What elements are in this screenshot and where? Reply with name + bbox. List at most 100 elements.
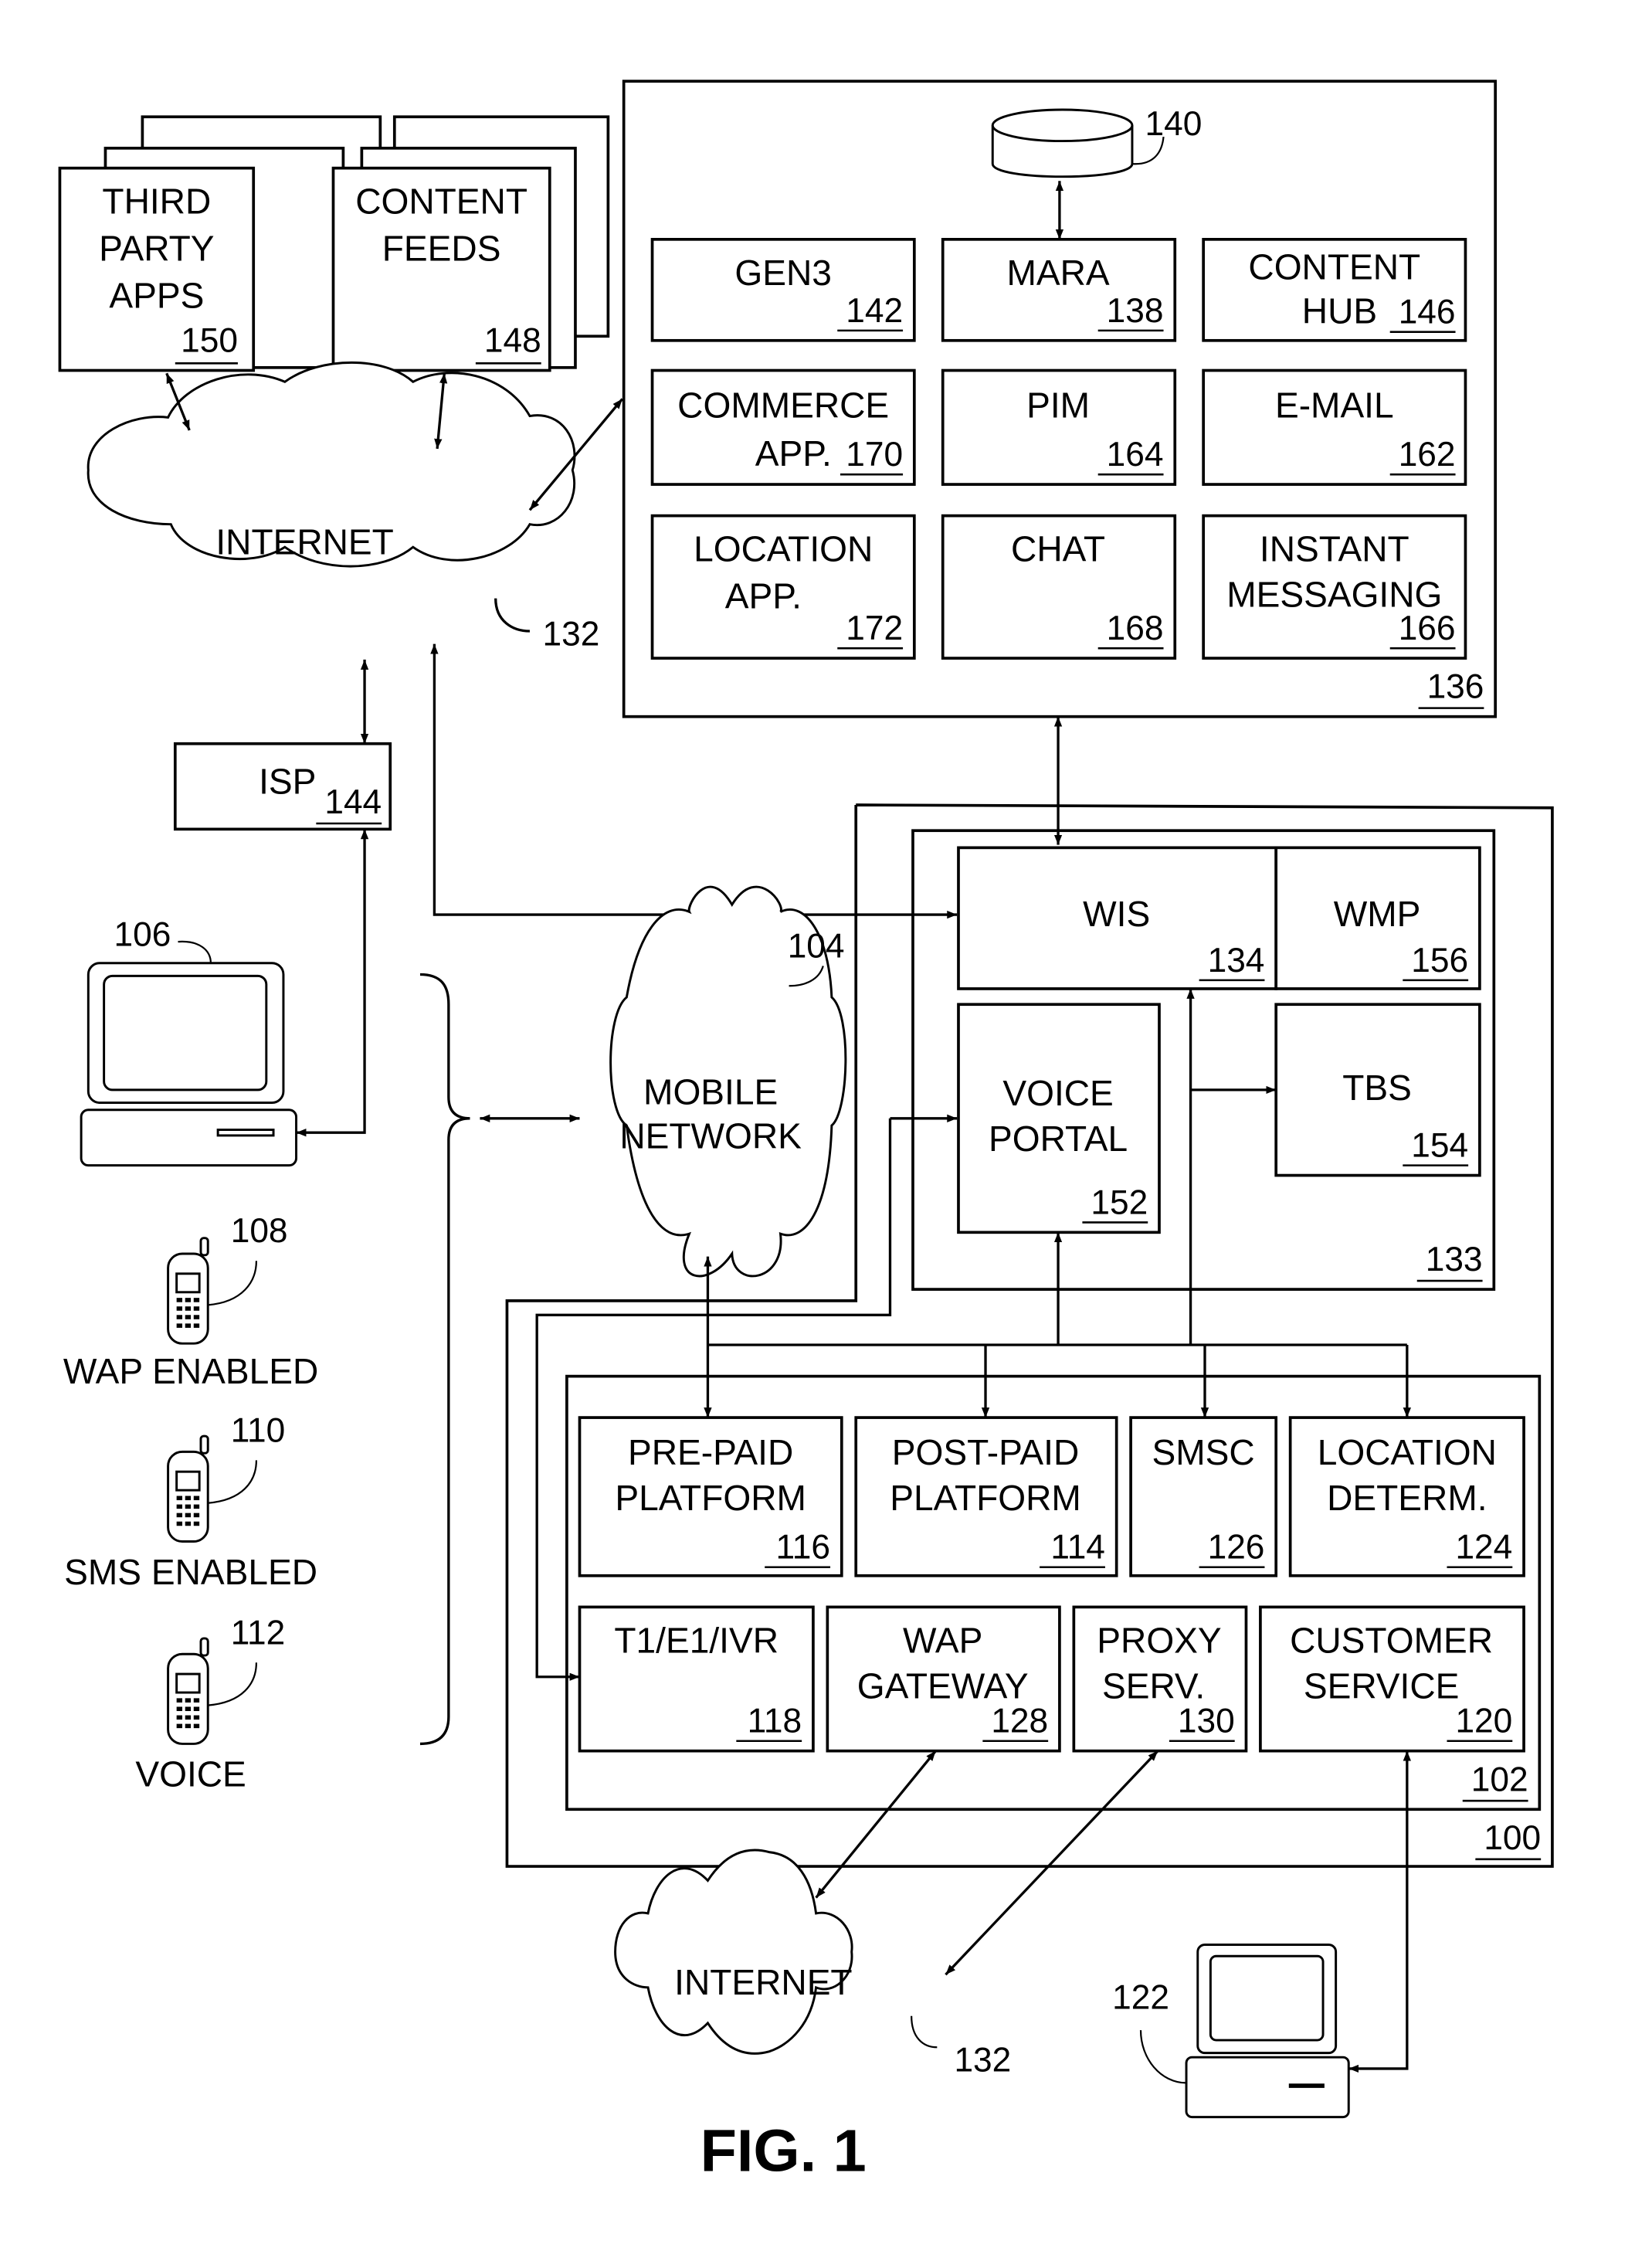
- smsc-label: SMSC: [1152, 1432, 1255, 1472]
- voice-portal-line-1: VOICE: [1002, 1073, 1113, 1113]
- ref-112: 112: [231, 1614, 286, 1652]
- email-block: E-MAIL 162: [1202, 368, 1467, 486]
- wis-label: WIS: [1083, 894, 1150, 934]
- ref-114: 114: [1050, 1529, 1105, 1567]
- mara-label: MARA: [1006, 253, 1109, 293]
- ref-136: 136: [1427, 668, 1484, 706]
- voice-portal-line-2: PORTAL: [989, 1119, 1128, 1159]
- email-label: E-MAIL: [1275, 385, 1394, 425]
- commerce-app-line-2: APP.: [755, 433, 832, 474]
- figure-caption: FIG. 1: [700, 2118, 867, 2185]
- proxy-serv-line-1: PROXY: [1097, 1620, 1221, 1660]
- ref-172: 172: [846, 609, 903, 647]
- im-line-1: INSTANT: [1260, 529, 1409, 569]
- content-hub-line-1: CONTENT: [1248, 246, 1420, 287]
- wap-gateway-line-1: WAP: [903, 1620, 982, 1660]
- location-app-line-1: LOCATION: [694, 529, 873, 569]
- instant-messaging-block: INSTANT MESSAGING 166: [1202, 514, 1467, 660]
- prepaid-block: PRE-PAID PLATFORM 116: [578, 1416, 843, 1577]
- ref-130: 130: [1178, 1703, 1235, 1740]
- ref-133: 133: [1426, 1241, 1483, 1278]
- ref-150: 150: [181, 322, 238, 360]
- third-party-apps-line-3: APPS: [109, 275, 204, 315]
- mara-block: MARA 138: [941, 237, 1177, 342]
- proxy-serv-block: PROXY SERV. 130: [1072, 1605, 1248, 1753]
- location-determ-line-2: DETERM.: [1327, 1478, 1487, 1518]
- ref-168: 168: [1107, 609, 1164, 647]
- chat-block: CHAT 168: [941, 514, 1177, 660]
- ref-162: 162: [1399, 436, 1456, 474]
- ref-132-bottom: 132: [954, 2042, 1011, 2080]
- pim-label: PIM: [1026, 385, 1090, 425]
- wmp-label: WMP: [1334, 894, 1421, 934]
- mobile-network-line-1: MOBILE: [643, 1071, 778, 1112]
- content-hub-line-2: HUB: [1302, 291, 1377, 331]
- ref-120: 120: [1455, 1703, 1512, 1740]
- location-app-line-2: APP.: [725, 576, 802, 616]
- wap-gateway-block: WAP GATEWAY 128: [826, 1605, 1061, 1753]
- location-determ-block: LOCATION DETERM. 124: [1288, 1416, 1525, 1577]
- tbs-label: TBS: [1342, 1068, 1412, 1108]
- ref-170: 170: [846, 436, 903, 474]
- figure-1: .b { fill:#fff; stroke:#000; stroke-widt…: [0, 0, 1652, 2251]
- wis-block: WIS 134: [957, 846, 1278, 990]
- smsc-block: SMSC 126: [1129, 1416, 1278, 1577]
- ref-140: 140: [1145, 105, 1203, 143]
- ref-164: 164: [1107, 436, 1164, 474]
- ref-108: 108: [231, 1212, 288, 1250]
- wap-gateway-line-2: GATEWAY: [857, 1665, 1029, 1706]
- ref-124: 124: [1455, 1529, 1512, 1567]
- isp-label: ISP: [259, 761, 316, 801]
- tbs-block: TBS 154: [1274, 1003, 1481, 1177]
- ref-156: 156: [1411, 942, 1468, 980]
- ref-118: 118: [748, 1703, 802, 1740]
- postpaid-block: POST-PAID PLATFORM 114: [854, 1416, 1118, 1577]
- voice-label: VOICE: [135, 1754, 246, 1794]
- ref-110: 110: [231, 1411, 286, 1449]
- ref-144: 144: [324, 783, 382, 821]
- pim-block: PIM 164: [941, 368, 1177, 486]
- internet-bottom-label: INTERNET: [674, 1962, 852, 2002]
- location-determ-line-1: LOCATION: [1318, 1432, 1497, 1472]
- content-hub-block: CONTENT HUB 146: [1202, 237, 1467, 342]
- third-party-apps-line-1: THIRD: [102, 182, 211, 222]
- wap-enabled-label: WAP ENABLED: [63, 1351, 318, 1391]
- proxy-serv-line-2: SERV.: [1102, 1665, 1205, 1706]
- postpaid-line-2: PLATFORM: [890, 1478, 1081, 1518]
- ref-102: 102: [1471, 1760, 1528, 1798]
- t1e1ivr-block: T1/E1/IVR 118: [578, 1605, 815, 1753]
- ref-100: 100: [1484, 1819, 1541, 1857]
- gen3-block: GEN3 142: [650, 237, 916, 342]
- wmp-block: WMP 156: [1274, 846, 1481, 990]
- ref-122: 122: [1112, 1978, 1169, 2016]
- customer-service-line-2: SERVICE: [1304, 1665, 1460, 1706]
- ref-134: 134: [1208, 942, 1265, 980]
- prepaid-line-1: PRE-PAID: [628, 1432, 793, 1472]
- t1e1ivr-label: T1/E1/IVR: [614, 1620, 779, 1660]
- ref-146: 146: [1399, 294, 1456, 331]
- commerce-app-line-1: COMMERCE: [677, 385, 889, 425]
- content-feeds-block: CONTENT FEEDS 148: [331, 115, 610, 372]
- ref-138: 138: [1107, 292, 1164, 330]
- ref-116: 116: [775, 1529, 830, 1567]
- ref-166: 166: [1399, 609, 1456, 647]
- ref-128: 128: [991, 1703, 1048, 1740]
- ref-152: 152: [1091, 1183, 1148, 1221]
- server-group-136: 136 140 GEN3 142 MARA 138 CONTENT HUB 14…: [622, 80, 1498, 718]
- mobile-network-line-2: NETWORK: [619, 1116, 802, 1156]
- commerce-app-block: COMMERCE APP. 170: [650, 368, 916, 486]
- prepaid-line-2: PLATFORM: [615, 1478, 806, 1518]
- gen3-label: GEN3: [734, 253, 832, 293]
- location-app-block: LOCATION APP. 172: [650, 514, 916, 660]
- postpaid-line-1: POST-PAID: [892, 1432, 1079, 1472]
- ref-126: 126: [1208, 1529, 1265, 1567]
- sms-enabled-label: SMS ENABLED: [64, 1552, 317, 1592]
- ref-148: 148: [484, 322, 541, 360]
- ref-106: 106: [114, 916, 171, 954]
- customer-service-block: CUSTOMER SERVICE 120: [1259, 1605, 1525, 1753]
- chat-label: CHAT: [1011, 529, 1105, 569]
- ref-104: 104: [788, 927, 845, 965]
- content-feeds-line-1: CONTENT: [355, 182, 527, 222]
- voice-portal-block: VOICE PORTAL 152: [957, 1003, 1161, 1234]
- ref-154: 154: [1411, 1127, 1468, 1165]
